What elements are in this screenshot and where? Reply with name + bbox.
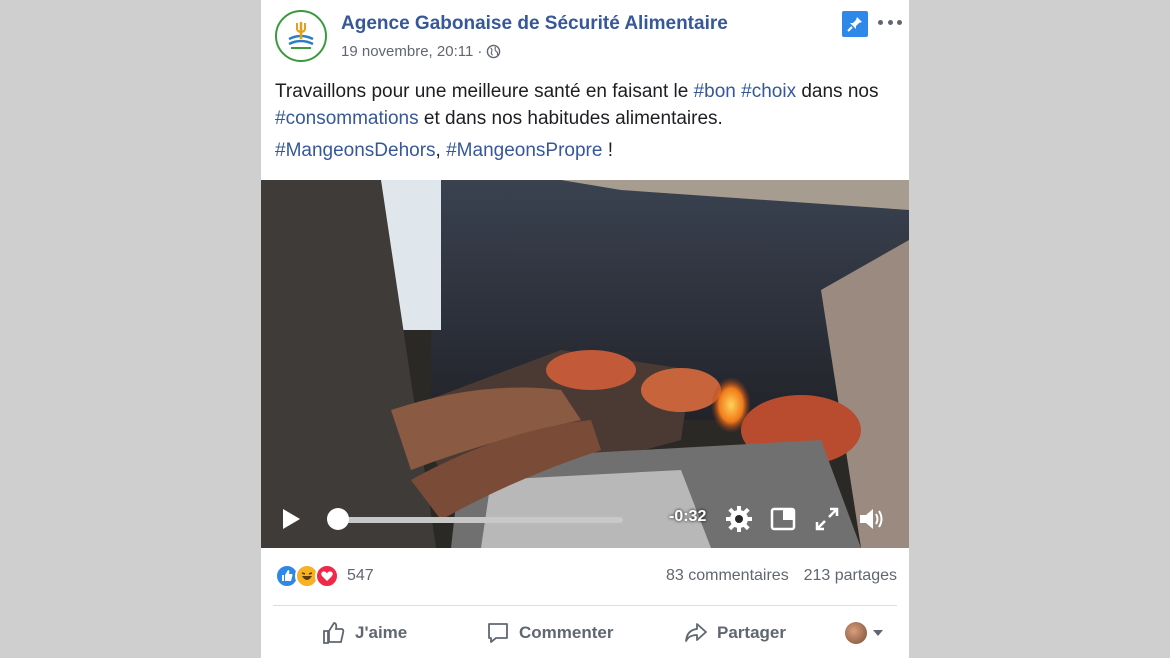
post-message: Travaillons pour une meilleure santé en … (275, 78, 895, 132)
time-remaining: -0:32 (669, 508, 707, 525)
comment-label: Commenter (519, 623, 614, 642)
post-card: Agence Gabonaise de Sécurité Alimentaire… (261, 0, 909, 658)
reaction-count: 547 (347, 567, 374, 584)
share-icon (685, 623, 707, 642)
like-icon (323, 622, 345, 644)
comment-icon (488, 623, 508, 643)
caret-down-icon[interactable] (873, 630, 883, 636)
like-label: J'aime (355, 623, 408, 642)
engagement-stats: 83 commentaires 213 partages (666, 567, 897, 585)
hashtag-consommations[interactable]: #consommations (275, 108, 419, 129)
post-meta: 19 novembre, 20:11 · (341, 43, 501, 60)
video-frame-image (261, 180, 909, 548)
fullscreen-icon[interactable] (813, 505, 841, 533)
more-options-icon[interactable] (878, 12, 902, 32)
action-bar: J'aime Commenter Partager (261, 612, 909, 656)
hashtag-bon[interactable]: #bon (694, 81, 736, 102)
page-name-link[interactable]: Agence Gabonaise de Sécurité Alimentaire (341, 13, 728, 35)
shares-count-link[interactable]: 213 partages (804, 567, 897, 584)
video-controls: -0:32 (261, 496, 909, 540)
seek-handle[interactable] (327, 508, 349, 530)
pin-icon[interactable] (842, 11, 868, 37)
play-icon[interactable] (281, 508, 301, 530)
hashtag-mangeons-dehors[interactable]: #MangeonsDehors (275, 140, 436, 161)
tag-comma: , (435, 140, 447, 161)
message-text-1: Travaillons pour une meilleure santé en … (275, 81, 694, 102)
page-avatar[interactable] (275, 10, 327, 62)
hashtag-choix[interactable]: #choix (741, 81, 796, 102)
message-text-2: dans nos (796, 81, 879, 102)
video-player[interactable]: -0:32 (261, 180, 909, 548)
reaction-summary[interactable]: 547 (275, 564, 374, 588)
hashtag-mangeons-propre[interactable]: #MangeonsPropre (446, 140, 602, 161)
share-button[interactable]: Partager (683, 620, 786, 646)
comments-count-link[interactable]: 83 commentaires (666, 567, 789, 584)
actor-avatar[interactable] (845, 622, 867, 644)
share-label: Partager (717, 623, 786, 642)
comment-button[interactable]: Commenter (485, 620, 613, 646)
divider (273, 605, 897, 606)
tag-exclaim: ! (602, 140, 613, 161)
like-button[interactable]: J'aime (321, 620, 407, 646)
post-timestamp[interactable]: 19 novembre, 20:11 (341, 43, 473, 60)
post-hashtags: #MangeonsDehors, #MangeonsPropre ! (275, 140, 613, 162)
message-text-3: et dans nos habitudes alimentaires. (418, 108, 723, 129)
volume-icon[interactable] (857, 505, 885, 533)
love-reaction-icon (315, 564, 339, 588)
meta-separator: · (477, 43, 483, 60)
agency-logo-icon (279, 14, 323, 58)
globe-icon (487, 44, 501, 59)
seek-bar[interactable] (333, 517, 623, 523)
picture-in-picture-icon[interactable] (769, 505, 797, 533)
settings-icon[interactable] (725, 505, 753, 533)
